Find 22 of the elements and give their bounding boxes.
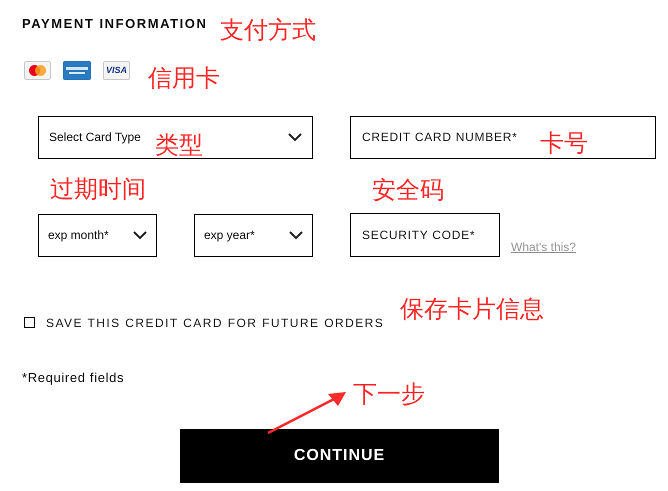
exp-month-select[interactable]: exp month* bbox=[38, 214, 157, 256]
annotation-label: 下一步 bbox=[353, 382, 425, 406]
chevron-down-icon bbox=[289, 230, 303, 240]
required-fields-note: *Required fields bbox=[22, 368, 124, 387]
section-title: PAYMENT INFORMATION bbox=[22, 15, 208, 33]
annotation-label: 安全码 bbox=[372, 178, 444, 202]
annotation-label: 卡号 bbox=[540, 131, 588, 155]
visa-card-icon: VISA bbox=[103, 60, 130, 80]
security-code-field[interactable]: SECURITY CODE* bbox=[350, 212, 500, 256]
chevron-down-icon bbox=[133, 230, 147, 240]
mastercard-icon bbox=[24, 60, 51, 80]
annotation-label: 信用卡 bbox=[148, 66, 220, 90]
continue-button[interactable]: CONTINUE bbox=[180, 429, 499, 483]
save-card-checkbox[interactable] bbox=[24, 317, 35, 328]
chevron-down-icon bbox=[288, 132, 302, 142]
annotation-label: 保存卡片信息 bbox=[400, 297, 544, 321]
annotation-label: 过期时间 bbox=[50, 177, 146, 201]
annotation-label: 支付方式 bbox=[220, 18, 316, 42]
annotation-label: 类型 bbox=[155, 133, 203, 157]
exp-year-select[interactable]: exp year* bbox=[194, 214, 313, 256]
amex-card-icon bbox=[63, 60, 91, 80]
save-card-label: SAVE THIS CREDIT CARD FOR FUTURE ORDERS bbox=[46, 314, 384, 332]
